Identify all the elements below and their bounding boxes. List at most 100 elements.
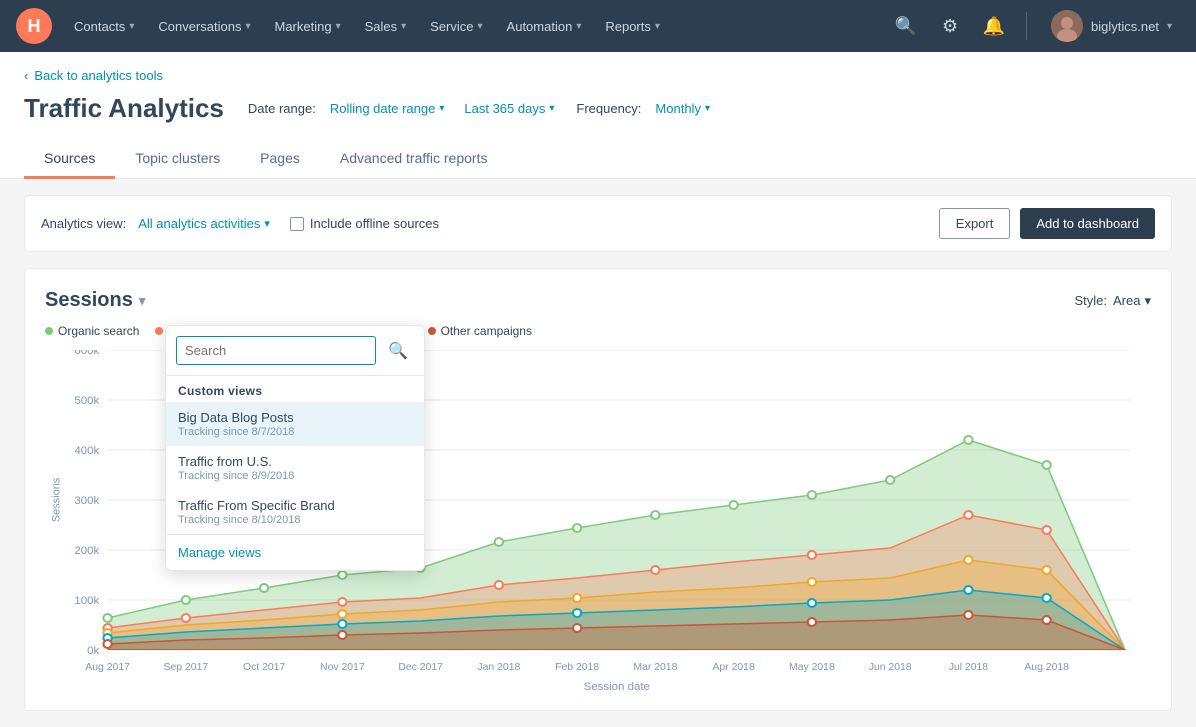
dropdown-item-us-traffic[interactable]: Traffic from U.S. Tracking since 8/9/201… — [166, 446, 424, 490]
settings-icon-btn[interactable]: ⚙ — [934, 10, 966, 42]
svg-text:400k: 400k — [74, 445, 99, 457]
svg-text:Aug 2017: Aug 2017 — [85, 662, 130, 673]
search-submit-button[interactable]: 🔍 — [382, 339, 414, 363]
search-icon-btn[interactable]: 🔍 — [890, 10, 922, 42]
tab-topic-clusters[interactable]: Topic clusters — [115, 140, 240, 179]
frequency-dropdown[interactable]: Monthly ▾ — [649, 99, 716, 118]
avatar — [1051, 10, 1083, 42]
notifications-icon-btn[interactable]: 🔔 — [978, 10, 1010, 42]
svg-text:Sessions: Sessions — [50, 477, 62, 522]
legend-other-campaigns: Other campaigns — [428, 324, 532, 338]
nav-automation[interactable]: Automation ▾ — [497, 13, 592, 40]
analytics-view-dropdown[interactable]: All analytics activities ▾ — [138, 216, 270, 231]
filter-row: Date range: Rolling date range ▾ Last 36… — [248, 99, 716, 118]
svg-text:300k: 300k — [74, 495, 99, 507]
chevron-down-icon: ▾ — [245, 21, 250, 32]
tab-pages[interactable]: Pages — [240, 140, 320, 179]
top-navigation: H Contacts ▾ Conversations ▾ Marketing ▾… — [0, 0, 1196, 52]
chart-header: Sessions ▾ Style: Area ▾ — [45, 289, 1151, 312]
frequency-chevron-icon: ▾ — [705, 103, 710, 114]
metric-chevron-icon: ▾ — [139, 293, 146, 309]
svg-text:Oct 2017: Oct 2017 — [243, 662, 286, 673]
offline-sources-checkbox-container[interactable]: Include offline sources — [290, 216, 439, 231]
svg-text:0k: 0k — [87, 645, 100, 657]
svg-text:Aug 2018: Aug 2018 — [1024, 662, 1069, 673]
page-content: ‹ Back to analytics tools Traffic Analyt… — [0, 52, 1196, 727]
legend-dot-other — [428, 327, 436, 335]
dropdown-search-box: 🔍 — [166, 326, 424, 376]
chevron-down-icon: ▾ — [401, 21, 406, 32]
nav-conversations[interactable]: Conversations ▾ — [148, 13, 260, 40]
breadcrumb-arrow-icon: ‹ — [24, 68, 28, 83]
nav-divider — [1026, 12, 1027, 40]
export-button[interactable]: Export — [939, 208, 1011, 239]
svg-text:Sep 2017: Sep 2017 — [164, 662, 209, 673]
analytics-view-label: Analytics view: — [41, 216, 126, 231]
svg-text:100k: 100k — [74, 595, 99, 607]
style-chevron-icon: ▾ — [1144, 293, 1151, 309]
main-area: Analytics view: All analytics activities… — [0, 179, 1196, 727]
chevron-down-icon: ▾ — [478, 21, 483, 32]
analytics-view-chevron-icon: ▾ — [264, 217, 270, 230]
style-dropdown[interactable]: Area ▾ — [1113, 293, 1151, 309]
dropdown-items-list: Custom views Big Data Blog Posts Trackin… — [166, 376, 424, 534]
add-to-dashboard-button[interactable]: Add to dashboard — [1020, 208, 1155, 239]
legend-dot-paid-search — [155, 327, 163, 335]
svg-text:Feb 2018: Feb 2018 — [555, 662, 599, 673]
account-chevron-icon: ▾ — [1167, 21, 1172, 32]
svg-text:500k: 500k — [74, 395, 99, 407]
tab-sources[interactable]: Sources — [24, 140, 115, 179]
nav-marketing[interactable]: Marketing ▾ — [264, 13, 350, 40]
date-range-label: Date range: — [248, 101, 316, 116]
page-header: ‹ Back to analytics tools Traffic Analyt… — [0, 52, 1196, 179]
offline-sources-checkbox[interactable] — [290, 217, 304, 231]
legend-dot-organic — [45, 327, 53, 335]
svg-text:Nov 2017: Nov 2017 — [320, 662, 365, 673]
breadcrumb[interactable]: ‹ Back to analytics tools — [24, 68, 1172, 83]
nav-reports[interactable]: Reports ▾ — [595, 13, 670, 40]
svg-text:600k: 600k — [74, 350, 99, 357]
dropdown-item-brand-traffic[interactable]: Traffic From Specific Brand Tracking sin… — [166, 490, 424, 534]
svg-text:May 2018: May 2018 — [789, 662, 835, 673]
metric-selector[interactable]: Sessions ▾ — [45, 289, 145, 312]
date-period-dropdown[interactable]: Last 365 days ▾ — [458, 99, 560, 118]
tab-bar: Sources Topic clusters Pages Advanced tr… — [24, 140, 1172, 178]
search-input[interactable] — [176, 336, 376, 365]
dropdown-item-big-data[interactable]: Big Data Blog Posts Tracking since 8/7/2… — [166, 402, 424, 446]
svg-text:200k: 200k — [74, 545, 99, 557]
legend-organic-search: Organic search — [45, 324, 139, 338]
nav-sales[interactable]: Sales ▾ — [355, 13, 417, 40]
nav-contacts[interactable]: Contacts ▾ — [64, 13, 144, 40]
date-range-dropdown[interactable]: Rolling date range ▾ — [324, 99, 451, 118]
account-menu[interactable]: biglytics.net ▾ — [1043, 6, 1180, 46]
svg-text:Jun 2018: Jun 2018 — [869, 662, 912, 673]
manage-views-link[interactable]: Manage views — [166, 534, 424, 570]
frequency-label: Frequency: — [576, 101, 641, 116]
tab-advanced-traffic[interactable]: Advanced traffic reports — [320, 140, 508, 179]
svg-text:H: H — [28, 16, 41, 36]
date-range-chevron-icon: ▾ — [439, 103, 444, 114]
page-title-row: Traffic Analytics Date range: Rolling da… — [24, 93, 1172, 124]
svg-text:Dec 2017: Dec 2017 — [398, 662, 443, 673]
svg-text:Mar 2018: Mar 2018 — [633, 662, 677, 673]
chevron-down-icon: ▾ — [129, 21, 134, 32]
style-selector-row: Style: Area ▾ — [1074, 293, 1151, 309]
svg-text:Apr 2018: Apr 2018 — [712, 662, 755, 673]
custom-views-section-label: Custom views — [166, 376, 424, 402]
chevron-down-icon: ▾ — [576, 21, 581, 32]
hubspot-logo[interactable]: H — [16, 8, 52, 44]
offline-sources-label: Include offline sources — [310, 216, 439, 231]
svg-text:Session date: Session date — [584, 681, 650, 690]
chevron-down-icon: ▾ — [336, 21, 341, 32]
svg-text:Jul 2018: Jul 2018 — [949, 662, 989, 673]
nav-right-actions: 🔍 ⚙ 🔔 biglytics.net ▾ — [890, 6, 1180, 46]
nav-service[interactable]: Service ▾ — [420, 13, 492, 40]
analytics-view-dropdown-menu: 🔍 Custom views Big Data Blog Posts Track… — [165, 325, 425, 571]
toolbar-right-actions: Export Add to dashboard — [939, 208, 1155, 239]
chart-card: 🔍 Custom views Big Data Blog Posts Track… — [24, 268, 1172, 711]
page-title: Traffic Analytics — [24, 93, 224, 124]
svg-text:Jan 2018: Jan 2018 — [477, 662, 520, 673]
analytics-toolbar: Analytics view: All analytics activities… — [24, 195, 1172, 252]
chevron-down-icon: ▾ — [655, 21, 660, 32]
period-chevron-icon: ▾ — [549, 103, 554, 114]
